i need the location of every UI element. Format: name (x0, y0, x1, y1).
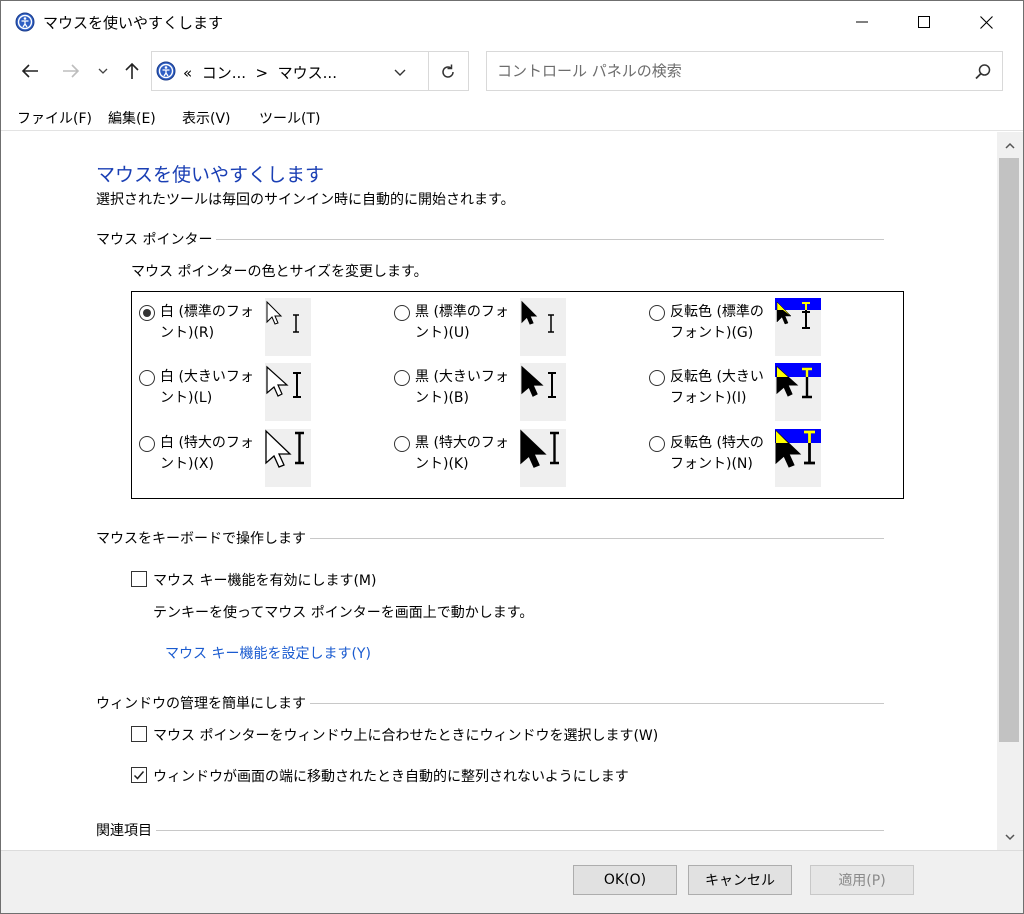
pointer-option-inverted-large[interactable]: 反転色 (大きいフォント)(I) (649, 363, 889, 423)
hover-select-checkbox[interactable] (131, 726, 147, 742)
chevron-down-icon[interactable] (392, 64, 408, 80)
radio-button[interactable] (649, 305, 665, 321)
scroll-down-icon[interactable] (1004, 831, 1016, 843)
section-title: ウィンドウの管理を簡単にします (96, 693, 310, 713)
checkmark-icon (133, 771, 145, 780)
refresh-icon[interactable] (438, 62, 458, 82)
menu-file[interactable]: ファイル(F) (17, 108, 92, 128)
back-button[interactable] (18, 59, 42, 83)
prevent-snap-label[interactable]: ウィンドウが画面の端に移動されたとき自動的に整列されないようにします (153, 766, 629, 786)
option-label: 黒 (標準のフォント)(U) (415, 304, 509, 341)
vertical-scrollbar[interactable] (997, 132, 1023, 850)
search-icon[interactable] (973, 62, 993, 82)
window: マウスを使いやすくします « コン... > マウス... コントロール パネル… (0, 0, 1024, 914)
main-content: マウスを使いやすくします 選択されたツールは毎回のサインイン時に自動的に開始され… (1, 132, 997, 850)
prevent-snap-checkbox[interactable] (131, 767, 147, 783)
pointer-preview (520, 363, 566, 421)
option-label: 白 (大きいフォント)(L) (160, 369, 254, 406)
section-mouse-keys: マウスをキーボードで操作します (96, 528, 884, 548)
radio-button[interactable] (394, 370, 410, 386)
radio-button[interactable] (394, 305, 410, 321)
pointer-option-white-normal[interactable]: 白 (標準のフォント)(R) (139, 298, 379, 358)
mouse-keys-description: テンキーを使ってマウス ポインターを画面上で動かします。 (153, 605, 534, 621)
page-title: マウスを使いやすくします (96, 164, 325, 186)
section-mouse-pointer: マウス ポインター (96, 229, 884, 249)
mouse-keys-label[interactable]: マウス キー機能を有効にします(M) (153, 570, 376, 590)
scroll-up-icon[interactable] (1004, 140, 1016, 152)
pointer-scheme-group: 白 (標準のフォント)(R) 黒 (標準のフォント)(U) 反転色 (標準のフォ… (131, 291, 904, 499)
section-window-management: ウィンドウの管理を簡単にします (96, 693, 884, 713)
title-bar: マウスを使いやすくします (1, 1, 1023, 43)
radio-button[interactable] (394, 436, 410, 452)
ease-of-access-icon (15, 12, 35, 32)
pointer-description: マウス ポインターの色とサイズを変更します。 (131, 264, 428, 280)
radio-button[interactable] (139, 305, 155, 321)
menu-tools[interactable]: ツール(T) (259, 108, 320, 128)
divider (428, 51, 429, 91)
radio-button[interactable] (649, 370, 665, 386)
up-button[interactable] (120, 59, 144, 83)
radio-button[interactable] (649, 436, 665, 452)
pointer-preview (775, 363, 821, 421)
search-input[interactable] (497, 60, 957, 82)
breadcrumb[interactable]: « コン... > マウス... (183, 62, 337, 83)
pointer-option-white-large[interactable]: 白 (大きいフォント)(L) (139, 363, 379, 423)
pointer-option-inverted-normal[interactable]: 反転色 (標準のフォント)(G) (649, 298, 889, 358)
pointer-preview (520, 429, 566, 487)
section-title: マウス ポインター (96, 229, 217, 249)
pointer-preview (520, 298, 566, 356)
section-title: マウスをキーボードで操作します (96, 528, 310, 548)
recent-locations-button[interactable] (93, 59, 113, 83)
forward-button[interactable] (59, 59, 83, 83)
option-label: 黒 (大きいフォント)(B) (415, 369, 509, 406)
close-button[interactable] (955, 1, 1017, 43)
pointer-preview (775, 298, 821, 356)
ease-of-access-icon (156, 61, 176, 81)
pointer-option-black-large[interactable]: 黒 (大きいフォント)(B) (394, 363, 634, 423)
pointer-preview (775, 429, 821, 487)
radio-button[interactable] (139, 436, 155, 452)
mouse-keys-setup-link[interactable]: マウス キー機能を設定します(Y) (165, 643, 371, 663)
window-title: マウスを使いやすくします (43, 14, 224, 32)
pointer-preview (265, 429, 311, 487)
option-label: 白 (標準のフォント)(R) (160, 304, 254, 341)
address-bar[interactable]: « コン... > マウス... (151, 51, 469, 91)
cancel-button[interactable]: キャンセル (688, 865, 792, 895)
pointer-option-inverted-extra-large[interactable]: 反転色 (特大のフォント)(N) (649, 429, 889, 489)
navigation-bar: « コン... > マウス... (1, 45, 1023, 97)
pointer-option-white-extra-large[interactable]: 白 (特大のフォント)(X) (139, 429, 379, 489)
section-related: 関連項目 (96, 820, 884, 840)
mouse-keys-checkbox[interactable] (131, 571, 147, 587)
radio-button[interactable] (139, 370, 155, 386)
menu-bar: ファイル(F) 編集(E) 表示(V) ツール(T) (1, 101, 1023, 131)
dialog-footer: OK(O) キャンセル 適用(P) (1, 850, 1023, 913)
page-description: 選択されたツールは毎回のサインイン時に自動的に開始されます。 (96, 192, 515, 208)
option-label: 反転色 (大きいフォント)(I) (670, 369, 764, 406)
option-label: 反転色 (標準のフォント)(G) (670, 304, 764, 341)
section-title: 関連項目 (96, 820, 156, 840)
option-label: 反転色 (特大のフォント)(N) (670, 435, 764, 472)
pointer-preview (265, 363, 311, 421)
menu-edit[interactable]: 編集(E) (108, 108, 156, 128)
hover-select-label[interactable]: マウス ポインターをウィンドウ上に合わせたときにウィンドウを選択します(W) (153, 725, 658, 745)
pointer-preview (265, 298, 311, 356)
apply-button[interactable]: 適用(P) (810, 865, 914, 895)
section-divider (96, 830, 884, 831)
scrollbar-thumb[interactable] (999, 158, 1019, 742)
menu-view[interactable]: 表示(V) (182, 108, 231, 128)
option-label: 黒 (特大のフォント)(K) (415, 435, 509, 472)
option-label: 白 (特大のフォント)(X) (160, 435, 254, 472)
minimize-button[interactable] (831, 1, 893, 43)
pointer-option-black-normal[interactable]: 黒 (標準のフォント)(U) (394, 298, 634, 358)
pointer-option-black-extra-large[interactable]: 黒 (特大のフォント)(K) (394, 429, 634, 489)
maximize-button[interactable] (893, 1, 955, 43)
ok-button[interactable]: OK(O) (573, 865, 677, 895)
search-box[interactable] (486, 51, 1003, 91)
